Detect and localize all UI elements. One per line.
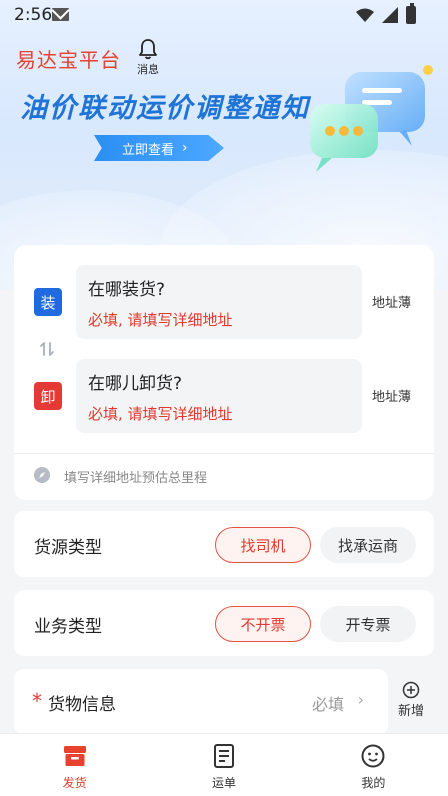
swap-icon[interactable] — [38, 340, 56, 358]
waybill-icon — [213, 744, 234, 768]
unload-address-input[interactable]: 在哪儿卸货? 必填, 请填写详细地址 — [76, 359, 362, 433]
chevron-right-icon: › — [357, 690, 364, 709]
view-now-button[interactable]: 立即查看 › — [94, 135, 224, 161]
nav-ship[interactable]: 发货 — [0, 734, 149, 796]
ship-box-icon — [63, 746, 86, 766]
view-now-label: 立即查看 — [122, 142, 175, 158]
load-address-input[interactable]: 在哪装货? 必填, 请填写详细地址 — [76, 265, 362, 339]
add-goods-button[interactable]: 新增 — [394, 681, 428, 719]
load-tag: 装 — [34, 288, 62, 316]
chat-bubbles-illustration — [310, 65, 433, 172]
card-divider — [14, 453, 434, 454]
special-invoice-option[interactable]: 开专票 — [320, 606, 416, 642]
notifications-label: 消息 — [137, 63, 159, 76]
nav-ship-label: 发货 — [62, 776, 87, 790]
load-address-book-link[interactable]: 地址薄 — [372, 292, 411, 311]
banner-title: 油价联动运价调整通知 — [20, 93, 310, 124]
no-invoice-option[interactable]: 不开票 — [215, 606, 311, 642]
nav-profile[interactable]: 我的 — [299, 734, 448, 796]
business-type-label: 业务类型 — [34, 617, 102, 637]
profile-face-icon — [361, 744, 385, 768]
goods-info-row[interactable]: * 货物信息 必填 › — [14, 669, 388, 735]
nav-profile-label: 我的 — [361, 776, 386, 790]
nav-waybill-label: 运单 — [211, 776, 236, 790]
chevron-right-icon: › — [182, 140, 188, 156]
battery-icon — [406, 3, 416, 24]
required-mark: * — [32, 689, 42, 713]
goods-required-text: 必填 — [311, 695, 344, 714]
load-error-text: 必填, 请填写详细地址 — [88, 311, 233, 329]
unload-question: 在哪儿卸货? — [88, 374, 183, 394]
mileage-hint: 填写详细地址预估总里程 — [64, 471, 208, 486]
unload-address-book-link[interactable]: 地址薄 — [372, 386, 411, 405]
mail-icon — [52, 8, 69, 21]
unload-error-text: 必填, 请填写详细地址 — [88, 405, 233, 423]
brand-title: 易达宝平台 — [16, 48, 121, 72]
wifi-icon — [356, 8, 374, 22]
find-driver-option[interactable]: 找司机 — [215, 527, 311, 563]
plus-circle-icon — [402, 681, 420, 699]
source-type-row: 货源类型 找司机 找承运商 — [14, 511, 434, 577]
bell-icon — [139, 39, 157, 60]
notifications-button[interactable]: 消息 — [132, 38, 164, 77]
compass-icon — [34, 467, 50, 483]
load-question: 在哪装货? — [88, 280, 166, 300]
status-bar: 2:56 — [0, 0, 448, 32]
nav-waybill[interactable]: 运单 — [149, 734, 298, 796]
add-goods-label: 新增 — [397, 704, 424, 719]
bottom-nav: 发货 运单 我的 — [0, 733, 448, 796]
address-card: 装 卸 在哪装货? 必填, 请填写详细地址 地址薄 在哪儿卸货? 必填, 请填写… — [14, 245, 434, 500]
goods-info-label: 货物信息 — [48, 695, 116, 715]
find-carrier-option[interactable]: 找承运商 — [320, 527, 416, 563]
status-time: 2:56 — [14, 5, 53, 25]
source-type-label: 货源类型 — [34, 538, 102, 558]
signal-icon — [382, 7, 398, 23]
unload-tag: 卸 — [34, 382, 62, 410]
business-type-row: 业务类型 不开票 开专票 — [14, 590, 434, 656]
